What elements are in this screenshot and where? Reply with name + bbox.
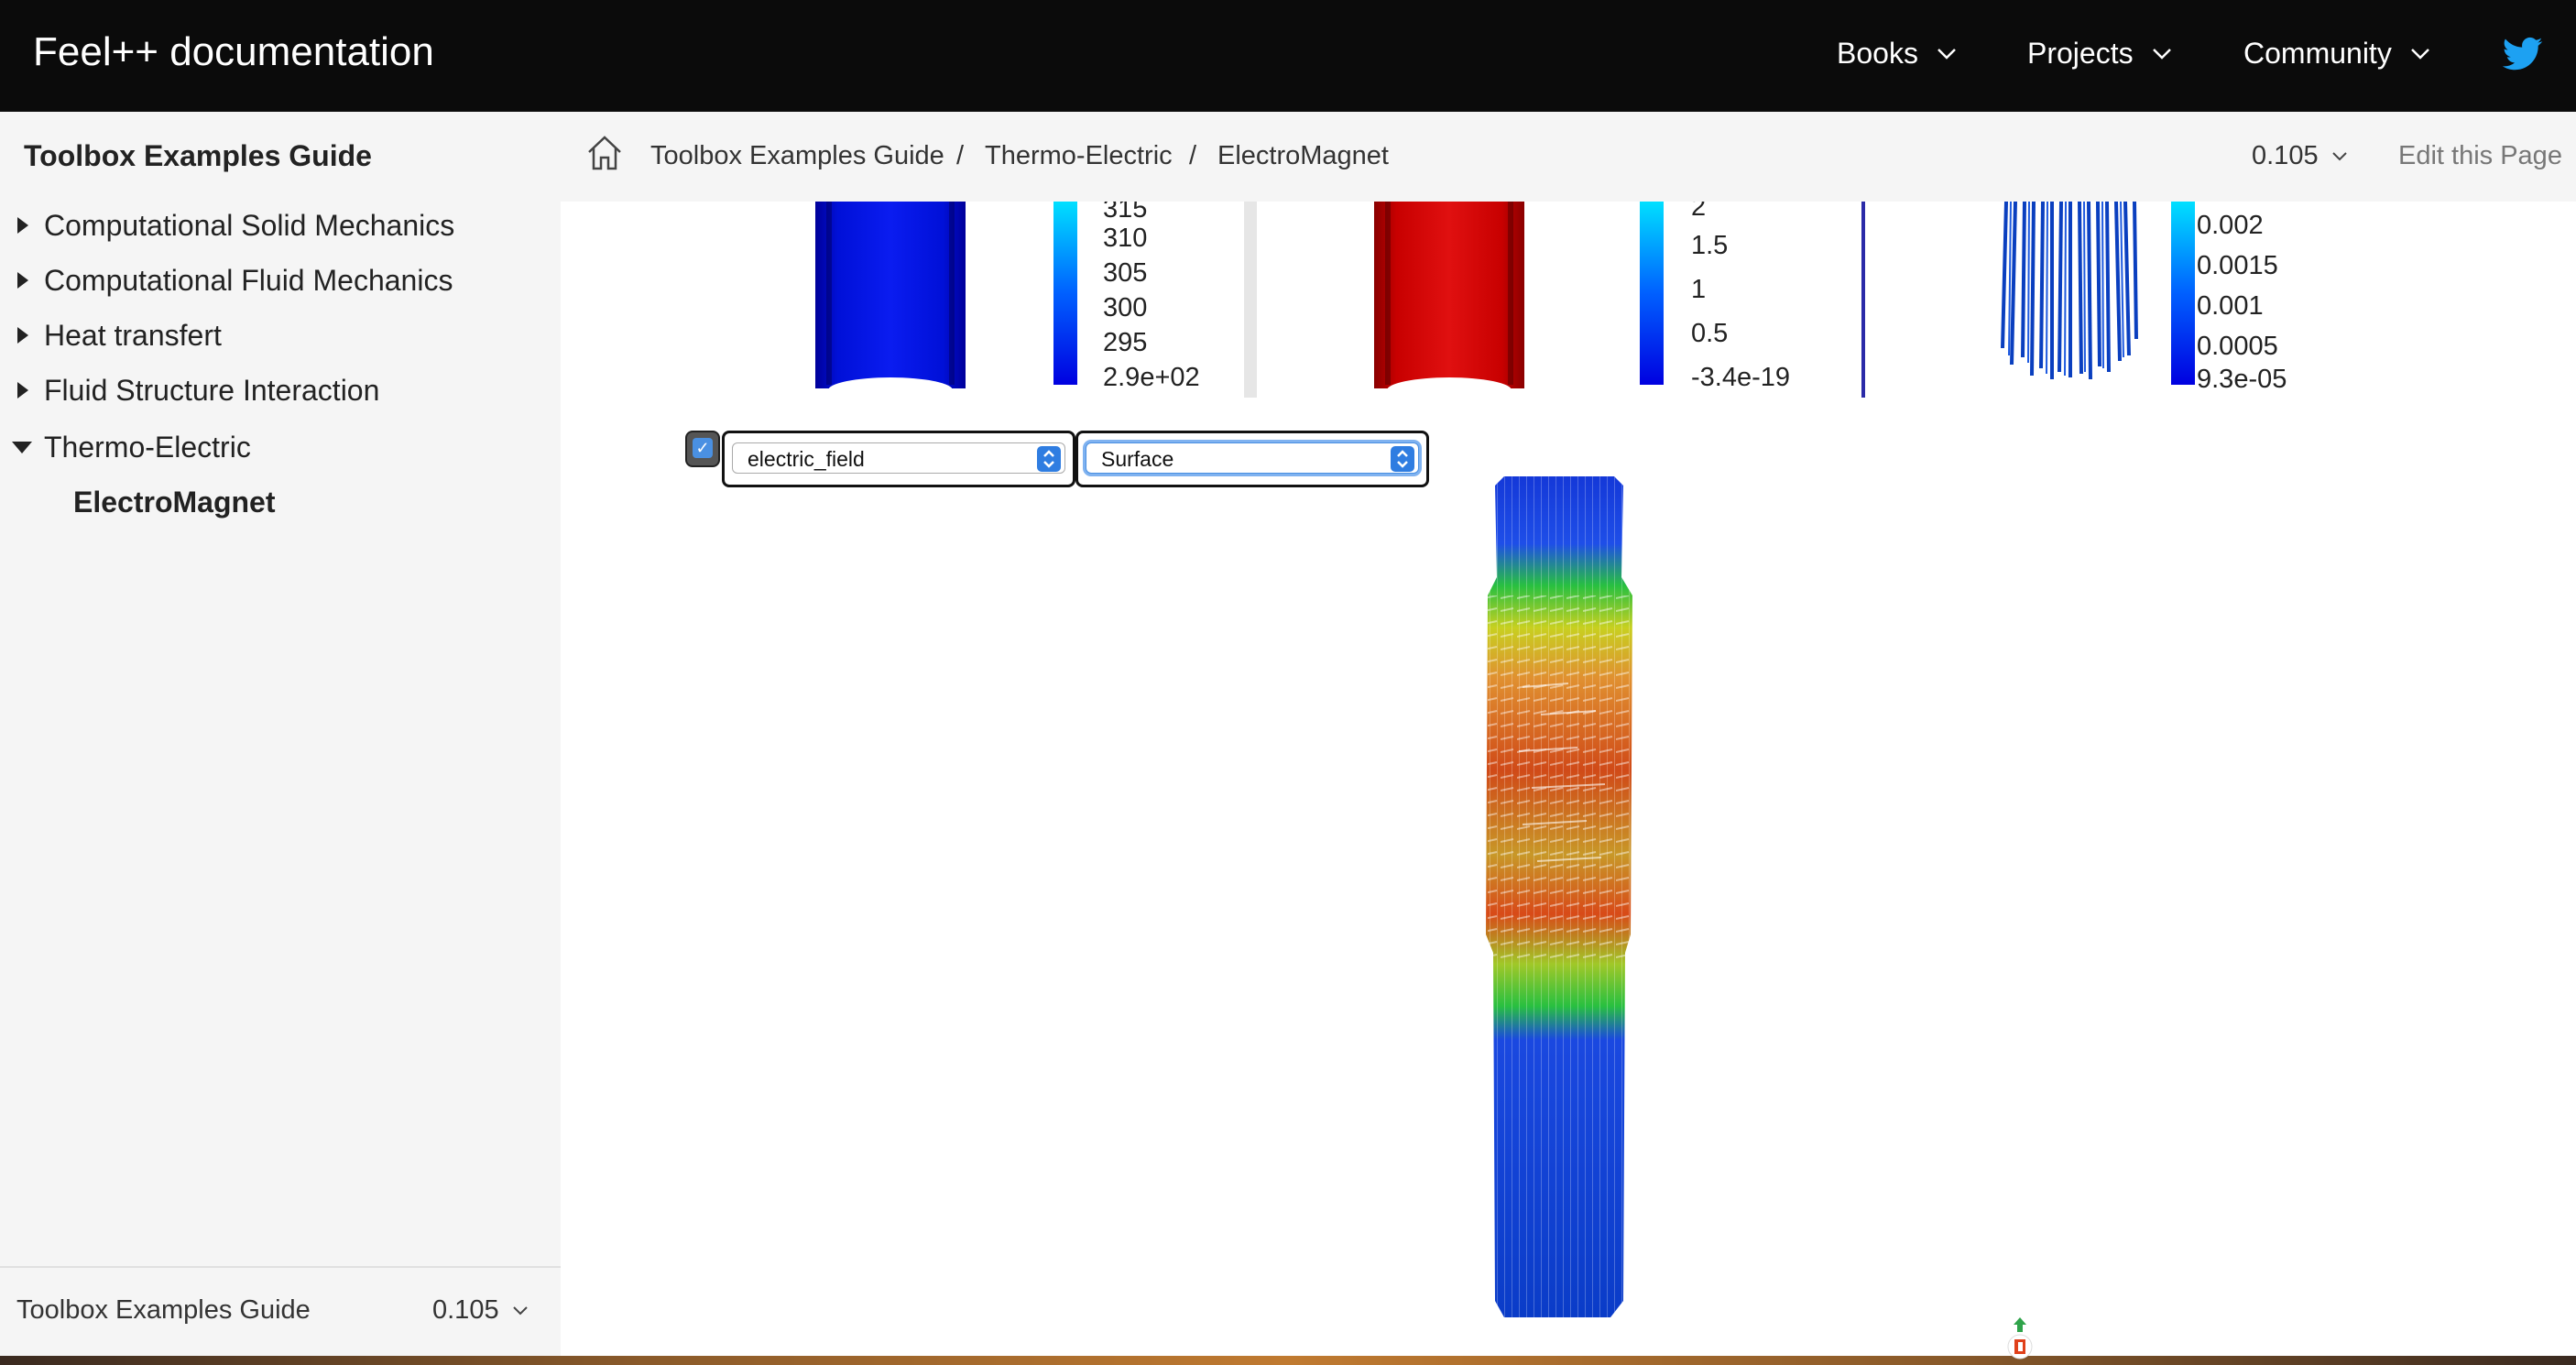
chevron-down-icon bbox=[2331, 151, 2347, 160]
colorbar-tick-label: 9.3e-05 bbox=[2197, 365, 2287, 394]
site-brand[interactable]: Feel++ documentation bbox=[33, 29, 434, 75]
top-navbar: Feel++ documentation Books Projects Comm… bbox=[0, 0, 2576, 112]
colorbar-tick-label: 2.9e+02 bbox=[1103, 363, 1200, 392]
footer-component-title[interactable]: Toolbox Examples Guide bbox=[16, 1295, 311, 1326]
sidebar-item-label: ElectroMagnet bbox=[73, 485, 276, 519]
colorbar-temperature bbox=[1053, 202, 1077, 385]
sidebar-item-fluid-mechanics[interactable]: Computational Fluid Mechanics bbox=[0, 255, 561, 306]
chevron-down-icon bbox=[512, 1305, 528, 1315]
field-select[interactable]: electric_field bbox=[732, 442, 1065, 474]
viewer-panel-temperature[interactable]: 315 310 305 300 295 2.9e+02 bbox=[561, 202, 1257, 398]
panel-divider bbox=[1244, 202, 1257, 398]
nav-community[interactable]: Community bbox=[2243, 37, 2430, 71]
colorbar-current bbox=[2171, 202, 2195, 385]
desktop-wallpaper-strip bbox=[0, 1356, 2576, 1365]
breadcrumb-item[interactable]: Thermo-Electric bbox=[985, 141, 1173, 171]
render-electric-field-glyphs[interactable] bbox=[1468, 476, 1651, 1319]
caret-right-icon[interactable] bbox=[15, 381, 31, 399]
breadcrumb-separator: / bbox=[1189, 141, 1197, 170]
sidebar-item-heat-transfert[interactable]: Heat transfert bbox=[0, 310, 561, 361]
colorbar-tick-label: 2 bbox=[1691, 202, 1707, 222]
select-arrows-icon bbox=[1037, 446, 1061, 472]
version-label: 0.105 bbox=[2252, 141, 2319, 170]
colorbar-tick-label: 0.5 bbox=[1691, 319, 1729, 348]
colorbar-tick-label: 0.0015 bbox=[2197, 251, 2278, 280]
nav-community-label: Community bbox=[2243, 37, 2392, 70]
footer-version-label: 0.105 bbox=[432, 1295, 499, 1325]
colorbar-tick-label: 0.0005 bbox=[2197, 332, 2278, 361]
colorbar-potential bbox=[1640, 202, 1664, 385]
version-select[interactable]: 0.105 bbox=[2252, 141, 2348, 171]
chevron-down-icon bbox=[2152, 48, 2171, 60]
colorbar-tick-label: 300 bbox=[1103, 293, 1148, 322]
viewer-panel-potential[interactable]: 2 1.5 1 0.5 -3.4e-19 bbox=[1257, 202, 1871, 398]
colorbar-tick-label: -3.4e-19 bbox=[1691, 363, 1791, 392]
footer-version-select[interactable]: 0.105 bbox=[432, 1295, 529, 1326]
breadcrumb-item[interactable]: Toolbox Examples Guide bbox=[650, 141, 944, 171]
colorbar-tick-label: 1 bbox=[1691, 275, 1707, 304]
breadcrumb-current: ElectroMagnet bbox=[1217, 141, 1389, 170]
sidebar-item-thermo-electric[interactable]: Thermo-Electric bbox=[0, 421, 561, 473]
colorbar-tick-label: 315 bbox=[1103, 202, 1148, 224]
sidebar-item-label: Computational Solid Mechanics bbox=[44, 208, 455, 242]
colorbar-tick-label: 295 bbox=[1103, 328, 1148, 357]
render-vector-glyphs-small bbox=[2001, 202, 2138, 380]
sidebar-item-label: Fluid Structure Interaction bbox=[44, 373, 380, 407]
colorbar-tick-label: 1.5 bbox=[1691, 231, 1729, 260]
colorbar-tick-label: 0.001 bbox=[2197, 291, 2264, 321]
caret-down-icon[interactable] bbox=[11, 440, 33, 454]
chevron-down-icon bbox=[1937, 48, 1956, 60]
sidebar-footer: Toolbox Examples Guide 0.105 bbox=[0, 1266, 561, 1356]
sidebar-title[interactable]: Toolbox Examples Guide bbox=[24, 139, 372, 173]
twitter-icon[interactable] bbox=[2503, 37, 2543, 71]
breadcrumb-separator: / bbox=[956, 141, 965, 170]
sidebar-item-solid-mechanics[interactable]: Computational Solid Mechanics bbox=[0, 200, 561, 251]
panel-divider bbox=[1861, 202, 1865, 398]
chevron-down-icon bbox=[2410, 48, 2429, 60]
sidebar-item-label: Thermo-Electric bbox=[44, 430, 251, 464]
sidebar-item-electromagnet[interactable]: ElectroMagnet bbox=[0, 476, 561, 528]
field-select-frame: electric_field bbox=[722, 431, 1075, 487]
render-cylinder-red bbox=[1374, 202, 1524, 398]
select-arrows-icon bbox=[1391, 446, 1414, 472]
sidebar-item-fsi[interactable]: Fluid Structure Interaction bbox=[0, 365, 561, 416]
caret-right-icon[interactable] bbox=[15, 216, 31, 235]
download-office-icon[interactable] bbox=[2006, 1317, 2034, 1360]
viewer-panel-current[interactable]: 0.002 0.0015 0.001 0.0005 9.3e-05 bbox=[1871, 202, 2576, 398]
nav-books-label: Books bbox=[1837, 37, 1918, 70]
nav-projects-label: Projects bbox=[2027, 37, 2134, 70]
caret-right-icon[interactable] bbox=[15, 271, 31, 289]
colorbar-tick-label: 0.002 bbox=[2197, 211, 2264, 240]
edit-page-link[interactable]: Edit this Page bbox=[2398, 141, 2562, 171]
toolbar: Toolbox Examples Guide / Thermo-Electric… bbox=[561, 112, 2576, 203]
representation-select[interactable]: Surface bbox=[1086, 442, 1419, 474]
main-content: 315 310 305 300 295 2.9e+02 2 1.5 1 0.5 … bbox=[561, 202, 2576, 1356]
colorbar-tick-label: 310 bbox=[1103, 224, 1148, 253]
render-cylinder-blue bbox=[815, 202, 966, 398]
visibility-checkbox[interactable]: ✓ bbox=[687, 432, 718, 465]
nav-books[interactable]: Books bbox=[1837, 37, 1957, 71]
sidebar: Toolbox Examples Guide Computational Sol… bbox=[0, 112, 561, 1356]
representation-select-value: Surface bbox=[1101, 447, 1174, 471]
colorbar-tick-label: 305 bbox=[1103, 258, 1148, 288]
checkmark-icon: ✓ bbox=[693, 438, 713, 458]
sidebar-item-label: Heat transfert bbox=[44, 318, 222, 352]
representation-select-frame: Surface bbox=[1075, 431, 1429, 487]
nav-projects[interactable]: Projects bbox=[2027, 37, 2172, 71]
field-select-value: electric_field bbox=[748, 447, 865, 471]
home-icon[interactable] bbox=[586, 134, 623, 172]
caret-right-icon[interactable] bbox=[15, 326, 31, 344]
sidebar-item-label: Computational Fluid Mechanics bbox=[44, 263, 453, 297]
